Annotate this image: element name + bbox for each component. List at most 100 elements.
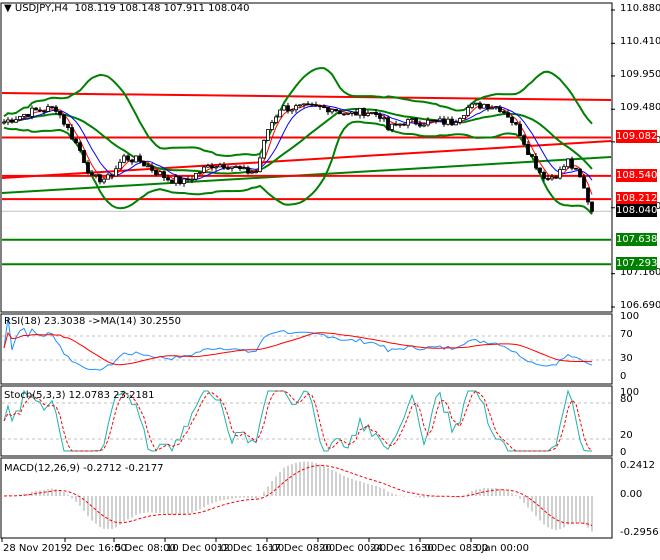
rsi-label: RSI(18) 23.3038 ->MA(14) 30.2550 [4,316,181,327]
candle-body [14,119,18,123]
candle-body [46,106,50,112]
candle-body [306,103,310,106]
symbol-label: USDJPY,H4 [14,3,69,14]
bollinger-lower [3,120,593,215]
candle-body [330,108,334,113]
candle-body [574,167,578,170]
candle-body [66,123,70,129]
candle-body [510,116,514,123]
candle-body [50,106,54,109]
candle-body [22,113,26,117]
candle-body [470,103,474,108]
candle-body [358,107,362,116]
candle-body [322,106,326,109]
macd-tick: -0.2956 [620,526,659,538]
stoch-label: Stoch(5,3,3) 12.0783 23.2181 [4,390,155,401]
candle-body [490,107,494,110]
candle-body [494,106,498,109]
candle-body [482,103,486,109]
candle-body [142,161,146,167]
candle-body [290,109,294,112]
candle-body [374,112,378,115]
candle-body [422,124,426,127]
candle-body [438,118,442,122]
candle-body [326,106,330,113]
candle-body [246,167,250,174]
candle-body [386,117,390,130]
candle-body [474,102,478,105]
candle-body [390,123,394,130]
candle-body [134,155,138,163]
chart-canvas[interactable] [0,0,660,560]
candle-body [498,106,502,112]
macd-tick: 0.2412 [620,460,655,472]
candle-body [550,176,554,180]
red-trend-line [1,140,612,179]
candle-body [506,112,510,118]
candle-body [350,111,354,114]
candle-body [430,119,434,122]
candle-body [454,121,458,126]
candle-body [478,102,482,109]
candle-body [98,174,102,183]
candle-body [582,176,586,189]
candle-body [554,176,558,179]
collapse-icon[interactable]: ▼ [4,3,12,14]
candle-body [310,103,314,106]
candle-body [62,114,66,125]
price-tick: 110.410 [620,36,660,48]
candle-body [586,187,590,203]
candle-body [118,161,122,170]
candle-body [578,168,582,178]
candle-body [150,165,154,171]
candle-body [258,157,262,173]
candle-body [206,165,210,168]
candle-body [334,108,338,112]
rsi-tick: 70 [620,329,633,340]
chart-window: ▼ USDJPY,H4 108.119 108.148 107.911 108.… [0,0,660,560]
candle-body [414,118,418,125]
price-tick: 106.690 [620,299,660,311]
candle-body [286,105,290,112]
candle-body [314,104,318,107]
candle-body [514,122,518,125]
chart-header: ▼ USDJPY,H4 108.119 108.148 107.911 108.… [4,3,250,14]
candle-body [54,106,58,112]
stoch-tick: 80 [620,394,633,405]
price-tag: 107.293 [616,257,658,271]
candle-body [210,165,214,169]
stoch-tick: 20 [620,430,633,441]
candle-body [166,177,170,181]
candle-body [234,166,238,168]
candle-body [522,135,526,145]
candle-body [26,113,30,117]
price-tick: 109.480 [620,102,660,114]
candle-body [450,118,454,126]
candle-body [174,176,178,184]
candle-body [262,139,266,159]
time-tick: 28 Nov 2019 [3,543,68,554]
candle-body [10,119,14,123]
candle-body [462,115,466,119]
candle-body [394,123,398,126]
candle-body [458,118,462,123]
rsi-tick: 0 [620,371,627,382]
rsi-tick: 100 [620,311,640,322]
candle-body [282,105,286,111]
candle-body [426,119,430,126]
candle-body [302,103,306,106]
candle-body [378,114,382,119]
ohlc-label: 108.119 108.148 107.911 108.040 [74,3,250,14]
candle-body [546,178,550,180]
candle-body [114,168,118,177]
candle-body [406,119,410,126]
candle-body [266,129,270,141]
candle-body [366,113,370,116]
candle-body [146,165,150,168]
candle-body [562,166,566,170]
macd-label: MACD(12,26,9) -0.2712 -0.2177 [4,463,164,474]
candle-body [566,158,570,168]
candle-body [526,143,530,155]
candle-body [190,178,194,181]
price-tick: 110.880 [620,3,660,14]
